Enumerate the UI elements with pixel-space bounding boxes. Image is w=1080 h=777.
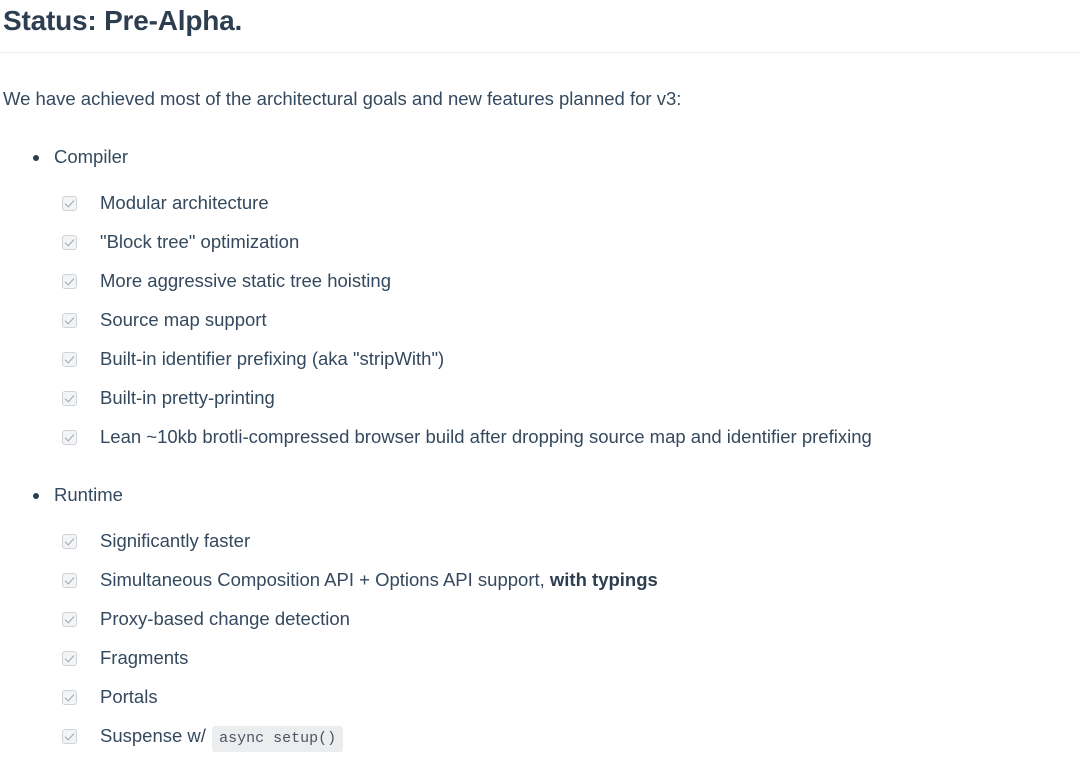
task-item-label: Simultaneous Composition API + Options A… xyxy=(100,569,550,590)
task-list-item: Built-in identifier prefixing (aka "stri… xyxy=(62,344,1080,374)
task-item-label: Built-in identifier prefixing (aka "stri… xyxy=(100,348,445,369)
checkbox-checked-icon xyxy=(62,352,77,367)
checkbox-checked-icon xyxy=(62,729,77,744)
checkbox-checked-icon xyxy=(62,274,77,289)
checkbox-checked-icon xyxy=(62,391,77,406)
checkbox-checked-icon xyxy=(62,534,77,549)
checkbox-checked-icon xyxy=(62,430,77,445)
task-list-item: Suspense w/ async setup() xyxy=(62,721,1080,754)
page-title: Status: Pre-Alpha. xyxy=(3,5,243,36)
task-list-item: Proxy-based change detection xyxy=(62,604,1080,634)
task-list: Significantly faster Simultaneous Composi… xyxy=(54,506,1080,754)
feature-group: Compiler Modular architecture "Block tree"… xyxy=(3,146,1080,452)
task-list-item: Simultaneous Composition API + Options A… xyxy=(62,565,1080,595)
task-item-label: Proxy-based change detection xyxy=(100,608,350,629)
task-list-item: Lean ~10kb brotli-compressed browser bui… xyxy=(62,422,1080,452)
checkbox-checked-icon xyxy=(62,612,77,627)
task-item-label: Built-in pretty-printing xyxy=(100,387,275,408)
checkbox-checked-icon xyxy=(62,313,77,328)
task-item-label: Fragments xyxy=(100,647,189,668)
task-list-item: Built-in pretty-printing xyxy=(62,383,1080,413)
disc-bullet-icon xyxy=(33,155,39,161)
task-item-label: Lean ~10kb brotli-compressed browser bui… xyxy=(100,426,872,447)
task-item-label: Source map support xyxy=(100,309,267,330)
task-item-label: More aggressive static tree hoisting xyxy=(100,270,391,291)
feature-group-label: Compiler xyxy=(54,146,129,167)
feature-group: Runtime Significantly faster Simultaneous … xyxy=(3,484,1080,754)
feature-group-label: Runtime xyxy=(54,484,123,505)
task-list-item: Modular architecture xyxy=(62,188,1080,218)
feature-group-list: Compiler Modular architecture "Block tree"… xyxy=(3,146,1080,754)
checkbox-checked-icon xyxy=(62,651,77,666)
task-item-label: Portals xyxy=(100,686,158,707)
checkbox-checked-icon xyxy=(62,573,77,588)
intro-paragraph: We have achieved most of the architectur… xyxy=(3,88,682,109)
task-item-label: "Block tree" optimization xyxy=(100,231,300,252)
task-list-item: More aggressive static tree hoisting xyxy=(62,266,1080,296)
document-body: Status: Pre-Alpha. We have achieved most… xyxy=(0,0,1080,754)
task-list: Modular architecture "Block tree" optimiz… xyxy=(54,168,1080,452)
checkbox-checked-icon xyxy=(62,235,77,250)
task-list-item: Portals xyxy=(62,682,1080,712)
task-item-label: Modular architecture xyxy=(100,192,269,213)
task-item-emphasis: with typings xyxy=(549,569,658,590)
checkbox-checked-icon xyxy=(62,196,77,211)
checkbox-checked-icon xyxy=(62,690,77,705)
task-item-label: Suspense w/ xyxy=(100,725,212,746)
inline-code-snippet: async setup() xyxy=(212,726,344,752)
task-list-item: "Block tree" optimization xyxy=(62,227,1080,257)
task-list-item: Significantly faster xyxy=(62,526,1080,556)
task-list-item: Source map support xyxy=(62,305,1080,335)
task-list-item: Fragments xyxy=(62,643,1080,673)
disc-bullet-icon xyxy=(33,493,39,499)
task-item-label: Significantly faster xyxy=(100,530,251,551)
